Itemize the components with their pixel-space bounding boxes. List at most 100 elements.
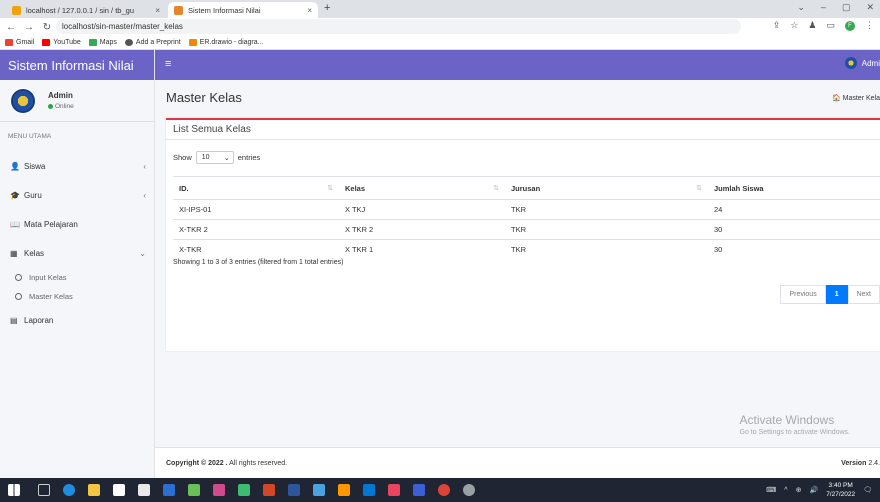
entries-select-value: 10 (201, 154, 210, 161)
column-header-jumlah-siswa[interactable]: Jumlah Siswa (708, 176, 880, 200)
forward-icon[interactable]: → (22, 22, 36, 33)
edge-icon[interactable] (63, 484, 75, 496)
table-cell: X-TKR 2 (173, 219, 339, 240)
entries-length-control: Show 10 ⌄ entries (173, 151, 260, 164)
sidebar-item-guru[interactable]: 🎓 Guru ‹ (0, 181, 154, 210)
bookmark-gmail[interactable]: Gmail (5, 39, 34, 46)
table-info: Showing 1 to 3 of 3 entries (filtered fr… (173, 259, 344, 266)
column-header-kelas[interactable]: Kelas ⇅ (339, 176, 505, 200)
bookmark-youtube[interactable]: YouTube (42, 39, 81, 46)
maximize-icon[interactable]: ▢ (842, 2, 851, 13)
app-icon[interactable] (313, 484, 325, 496)
powerpoint-icon[interactable] (263, 484, 275, 496)
youtube-icon (42, 39, 51, 46)
browser-tab-phpmyadmin[interactable]: localhost / 127.0.0.1 / sin / tb_gu × (6, 2, 166, 18)
circle-icon (15, 274, 22, 281)
vscode-icon[interactable] (363, 484, 375, 496)
notification-icon[interactable]: 🗨 (863, 486, 872, 494)
table-cell: 30 (708, 239, 880, 260)
sidebar-item-mata-pelajaran[interactable]: 📖 Mata Pelajaran (0, 210, 154, 239)
browser-tab-sistem-informasi-nilai[interactable]: Sistem Informasi Nilai × (168, 2, 318, 18)
app-icon[interactable] (238, 484, 250, 496)
menu-kebab-icon[interactable]: ⋮ (865, 20, 874, 31)
kelas-table: ID. ⇅ Kelas ⇅ Jurusan ⇅ Jumlah Siswa XI-IPS… (173, 176, 880, 260)
share-icon[interactable]: ⇪ (773, 20, 781, 31)
star-icon[interactable]: ☆ (790, 20, 798, 31)
app-icon[interactable] (213, 484, 225, 496)
address-bar: ← → ↻ ⓘ localhost/sin-master/master_kela… (0, 18, 880, 168)
user-name[interactable]: Admin (48, 91, 74, 100)
tab-label: localhost / 127.0.0.1 / sin / tb_gu (26, 5, 134, 15)
bookmark-drawio[interactable]: ER.drawio - diagra... (188, 39, 263, 46)
content-wrapper: Master Kelas 🏠 Master Kela List Semua Ke… (155, 80, 880, 478)
bookmark-add-preprint[interactable]: Add a Preprint (124, 39, 181, 46)
previous-button[interactable]: Previous (780, 285, 826, 304)
avatar (844, 57, 857, 69)
system-tray: ⌨ ^ ⊕ 🔊 3:40 PM 7/27/2022 🗨 (766, 481, 872, 499)
new-tab-button[interactable]: + (324, 2, 330, 14)
version: Version 2.4. (841, 460, 880, 467)
table-cell: TKR (505, 219, 708, 240)
store-icon[interactable] (113, 484, 125, 496)
close-icon[interactable]: × (307, 6, 312, 15)
sidebar-item-kelas[interactable]: ▦ Kelas ⌄ (0, 239, 154, 268)
top-navbar: ≡ Admi (155, 50, 880, 80)
mail-icon[interactable] (138, 484, 150, 496)
app-icon[interactable] (388, 484, 400, 496)
extension-icon[interactable]: ♟ (808, 20, 816, 31)
url-input[interactable]: ⓘ localhost/sin-master/master_kelas (56, 19, 741, 168)
window-controls: ⌄ – ▢ ✕ (797, 2, 874, 13)
app-icon[interactable] (188, 484, 200, 496)
close-icon[interactable]: × (155, 6, 160, 15)
user-status: Online (48, 103, 74, 110)
column-header-id[interactable]: ID. ⇅ (173, 176, 339, 200)
reload-icon[interactable]: ↻ (40, 22, 54, 33)
sidebar-item-label: Guru (24, 191, 42, 200)
sublime-icon[interactable] (338, 484, 350, 496)
building-icon: ▦ (10, 249, 18, 258)
volume-icon[interactable]: 🔊 (809, 486, 818, 494)
sidebar: Sistem Informasi Nilai Admin Online MENU… (0, 50, 155, 478)
file-explorer-icon[interactable] (88, 484, 100, 496)
sidebar-item-label: Mata Pelajaran (24, 220, 78, 229)
keyboard-icon[interactable]: ⌨ (766, 486, 776, 494)
footer: Activate Windows Go to Settings to activ… (155, 413, 880, 478)
minimize-icon[interactable]: – (821, 2, 826, 13)
hamburger-icon[interactable]: ≡ (165, 58, 171, 70)
breadcrumb-item[interactable]: Master Kela (843, 95, 880, 102)
sidebar-icon[interactable]: ▭ (826, 20, 835, 31)
column-header-jurusan[interactable]: Jurusan ⇅ (505, 176, 708, 200)
sidebar-subitem-input-kelas[interactable]: Input Kelas (0, 268, 154, 287)
chevron-up-icon[interactable]: ^ (784, 487, 787, 494)
chevron-down-icon[interactable]: ⌄ (797, 2, 805, 13)
navbar-user-name: Admi (861, 58, 880, 68)
globe-icon (124, 39, 133, 46)
copyright: Copyright © 2022 . All rights reserved. (166, 460, 287, 467)
network-icon[interactable]: ⊕ (796, 486, 802, 494)
app-icon[interactable] (413, 484, 425, 496)
task-view-icon[interactable] (38, 484, 50, 496)
back-icon[interactable]: ← (4, 22, 18, 33)
profile-avatar[interactable]: F (845, 20, 855, 31)
word-icon[interactable] (288, 484, 300, 496)
bookmark-maps[interactable]: Maps (88, 39, 117, 46)
avatar (10, 87, 36, 114)
chrome-icon[interactable] (438, 484, 450, 496)
next-button[interactable]: Next (847, 285, 880, 304)
chevron-down-icon: ⌄ (223, 154, 230, 162)
page-1-button[interactable]: 1 (825, 285, 848, 304)
sidebar-subitem-master-kelas[interactable]: Master Kelas (0, 287, 154, 306)
brand-link[interactable]: Sistem Informasi Nilai (0, 50, 154, 80)
sort-icon: ⇅ (696, 185, 702, 192)
entries-select[interactable]: 10 ⌄ (195, 151, 234, 164)
clock[interactable]: 3:40 PM 7/27/2022 (826, 481, 855, 499)
windows-start-icon[interactable] (8, 484, 20, 496)
bookmarks-bar: Gmail YouTube Maps Add a Preprint ER.dra… (0, 36, 880, 50)
user-icon: 👤 (10, 162, 20, 171)
close-window-icon[interactable]: ✕ (866, 2, 874, 13)
navbar-user-menu[interactable]: Admi (844, 57, 880, 69)
sidebar-item-laporan[interactable]: ▤ Laporan (0, 306, 154, 335)
photoshop-icon[interactable] (163, 484, 175, 496)
app-icon[interactable] (463, 484, 475, 496)
sidebar-item-siswa[interactable]: 👤 Siswa ‹ (0, 152, 154, 181)
